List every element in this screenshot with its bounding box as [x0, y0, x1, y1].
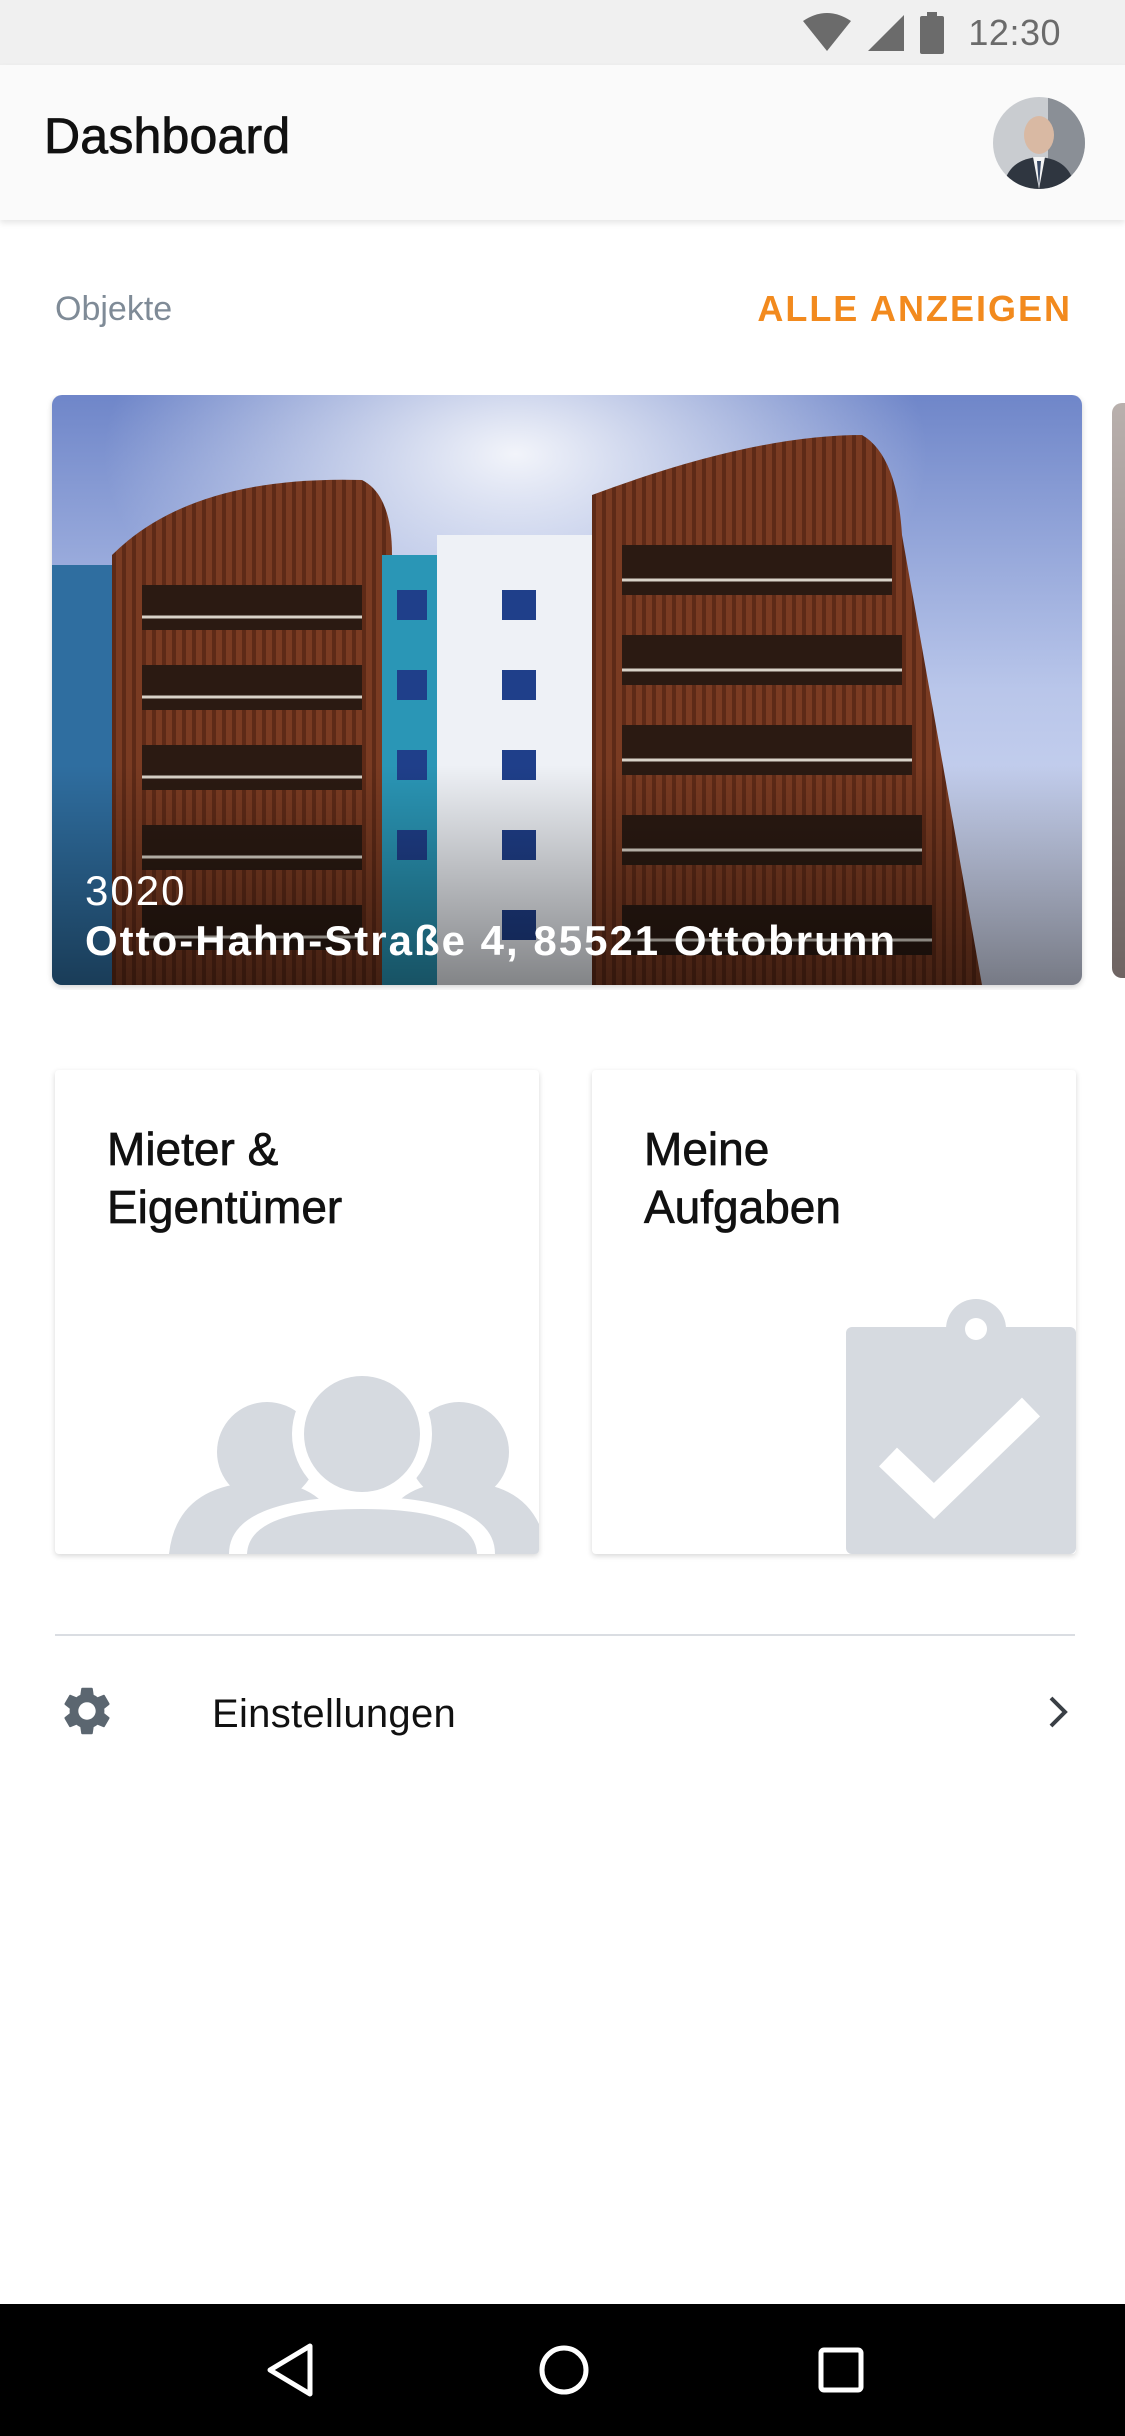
- system-nav-bar: [0, 2304, 1125, 2436]
- status-bar: 12:30: [0, 0, 1125, 65]
- user-avatar[interactable]: [993, 97, 1085, 189]
- object-card[interactable]: 3020 Otto-Hahn-Straße 4, 85521 Ottobrunn: [52, 395, 1082, 985]
- app-bar: Dashboard: [0, 65, 1125, 220]
- objects-carousel[interactable]: 3020 Otto-Hahn-Straße 4, 85521 Ottobrunn: [0, 395, 1125, 990]
- page-title: Dashboard: [44, 108, 291, 165]
- battery-icon: [920, 11, 945, 54]
- my-tasks-tile[interactable]: Meine Aufgaben: [592, 1070, 1076, 1554]
- object-id: 3020: [85, 867, 187, 914]
- clipboard-check-icon: [846, 1299, 1076, 1554]
- back-icon: [267, 2343, 313, 2397]
- wifi-icon: [803, 12, 852, 51]
- status-icons: 12:30: [802, 10, 1061, 55]
- show-all-link[interactable]: ALLE ANZEIGEN: [757, 288, 1072, 330]
- status-time: 12:30: [968, 11, 1061, 53]
- recents-button[interactable]: [805, 2334, 877, 2406]
- objects-section-label: Objekte: [55, 290, 173, 328]
- home-icon: [539, 2345, 589, 2395]
- section-divider: [55, 1634, 1075, 1636]
- tenants-owners-title: Mieter & Eigentümer: [107, 1123, 343, 1234]
- tenants-owners-tile[interactable]: Mieter & Eigentümer: [55, 1070, 539, 1554]
- cell-signal-icon: [868, 14, 905, 51]
- next-object-card-peek[interactable]: [1112, 403, 1125, 978]
- objects-section-header: Objekte ALLE ANZEIGEN: [0, 280, 1125, 340]
- gear-icon: [64, 1687, 110, 1735]
- chevron-right-icon: [1049, 1696, 1068, 1728]
- avatar-image: [993, 97, 1085, 189]
- recents-icon: [818, 2347, 864, 2393]
- object-address: Otto-Hahn-Straße 4, 85521 Ottobrunn: [85, 917, 898, 964]
- settings-label: Einstellungen: [212, 1692, 457, 1736]
- settings-row[interactable]: Einstellungen: [0, 1660, 1125, 1765]
- back-button[interactable]: [254, 2334, 326, 2406]
- my-tasks-title: Meine Aufgaben: [644, 1123, 842, 1234]
- home-button[interactable]: [528, 2334, 600, 2406]
- people-icon: [169, 1364, 539, 1554]
